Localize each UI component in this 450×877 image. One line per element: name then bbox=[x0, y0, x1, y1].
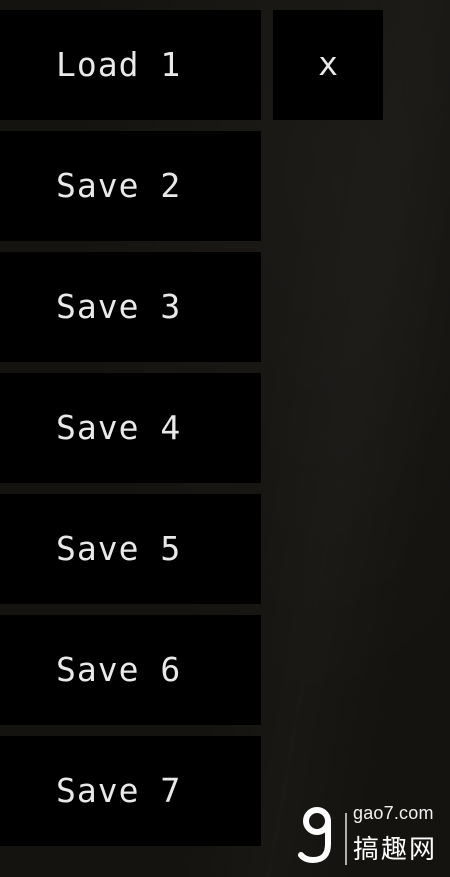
slot-label: Save 4 bbox=[56, 407, 182, 447]
watermark-divider bbox=[345, 813, 347, 865]
slot-button-1[interactable]: Load 1 bbox=[0, 10, 261, 120]
slot-button-2[interactable]: Save 2 bbox=[0, 131, 261, 241]
g-logo-icon bbox=[298, 807, 331, 864]
watermark: gao7.com 搞趣网 bbox=[297, 803, 443, 869]
close-button[interactable]: x bbox=[273, 10, 383, 120]
slot-label: Save 2 bbox=[56, 165, 182, 205]
watermark-domain: gao7.com bbox=[353, 803, 434, 823]
slot-label: Save 3 bbox=[56, 286, 182, 326]
slot-label: Save 5 bbox=[56, 528, 182, 568]
slot-label: Load 1 bbox=[56, 44, 182, 84]
watermark-site-name: 搞趣网 bbox=[353, 835, 438, 865]
slot-button-6[interactable]: Save 6 bbox=[0, 615, 261, 725]
save-slot-list: Load 1 Save 2 Save 3 Save 4 Save 5 Save … bbox=[0, 10, 261, 846]
slot-label: Save 6 bbox=[56, 649, 182, 689]
slot-button-4[interactable]: Save 4 bbox=[0, 373, 261, 483]
slot-button-5[interactable]: Save 5 bbox=[0, 494, 261, 604]
close-icon: x bbox=[318, 43, 338, 83]
slot-label: Save 7 bbox=[56, 770, 182, 810]
slot-button-7[interactable]: Save 7 bbox=[0, 736, 261, 846]
slot-button-3[interactable]: Save 3 bbox=[0, 252, 261, 362]
